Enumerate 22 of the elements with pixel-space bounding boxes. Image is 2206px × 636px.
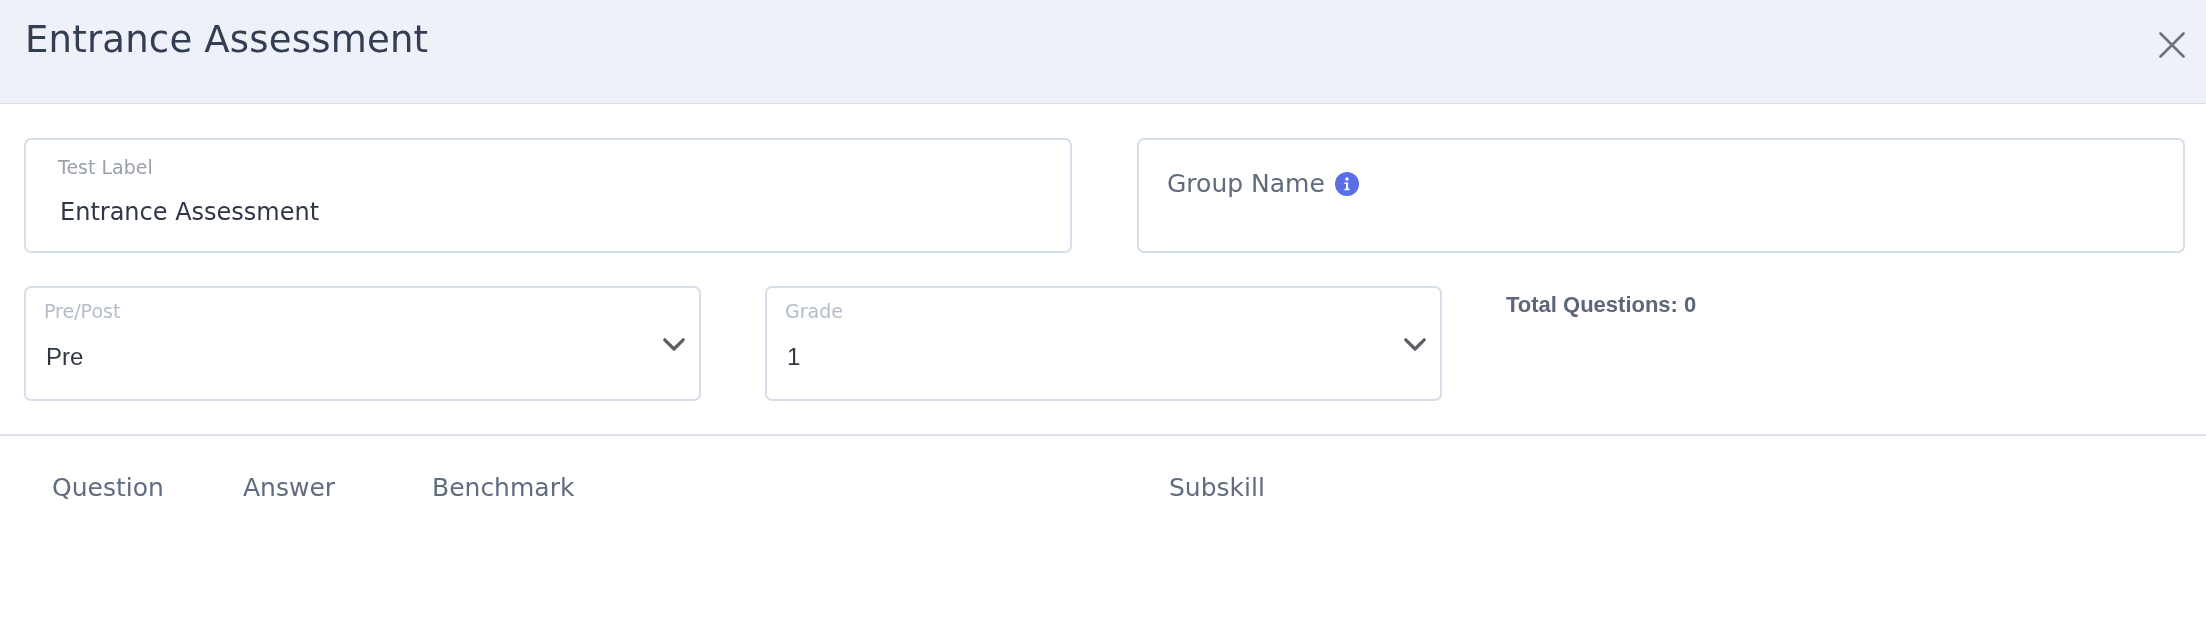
field-label: Group Name: [1167, 168, 1325, 200]
chevron-down-icon: [663, 338, 685, 351]
field-value: Entrance Assessment: [60, 197, 321, 227]
text-field[interactable]: Group Name: [1137, 138, 2185, 253]
chevron-down-icon: [1404, 338, 1426, 351]
field-label: Test Label: [58, 155, 153, 179]
column-header: Benchmark: [432, 473, 575, 503]
dropdown-label: Pre/Post: [44, 299, 122, 323]
dropdown-label: Grade: [785, 299, 844, 323]
dialog-title: Entrance Assessment: [25, 18, 429, 62]
text-field[interactable]: Test Label Entrance Assessment: [24, 138, 1072, 253]
total-questions-count: Total Questions: 0: [1506, 292, 1697, 318]
dropdown-value: 1: [787, 342, 802, 372]
close-icon: [2159, 32, 2185, 58]
dropdown-value: Pre: [46, 342, 85, 372]
dropdown[interactable]: Pre/Post Pre: [24, 286, 701, 401]
column-header: Subskill: [1169, 473, 1265, 503]
column-header: Answer: [243, 473, 336, 503]
info-icon[interactable]: [1334, 172, 1359, 196]
dropdown[interactable]: Grade 1: [765, 286, 1442, 401]
close-button[interactable]: [2159, 32, 2185, 58]
column-header: Question: [52, 473, 164, 503]
